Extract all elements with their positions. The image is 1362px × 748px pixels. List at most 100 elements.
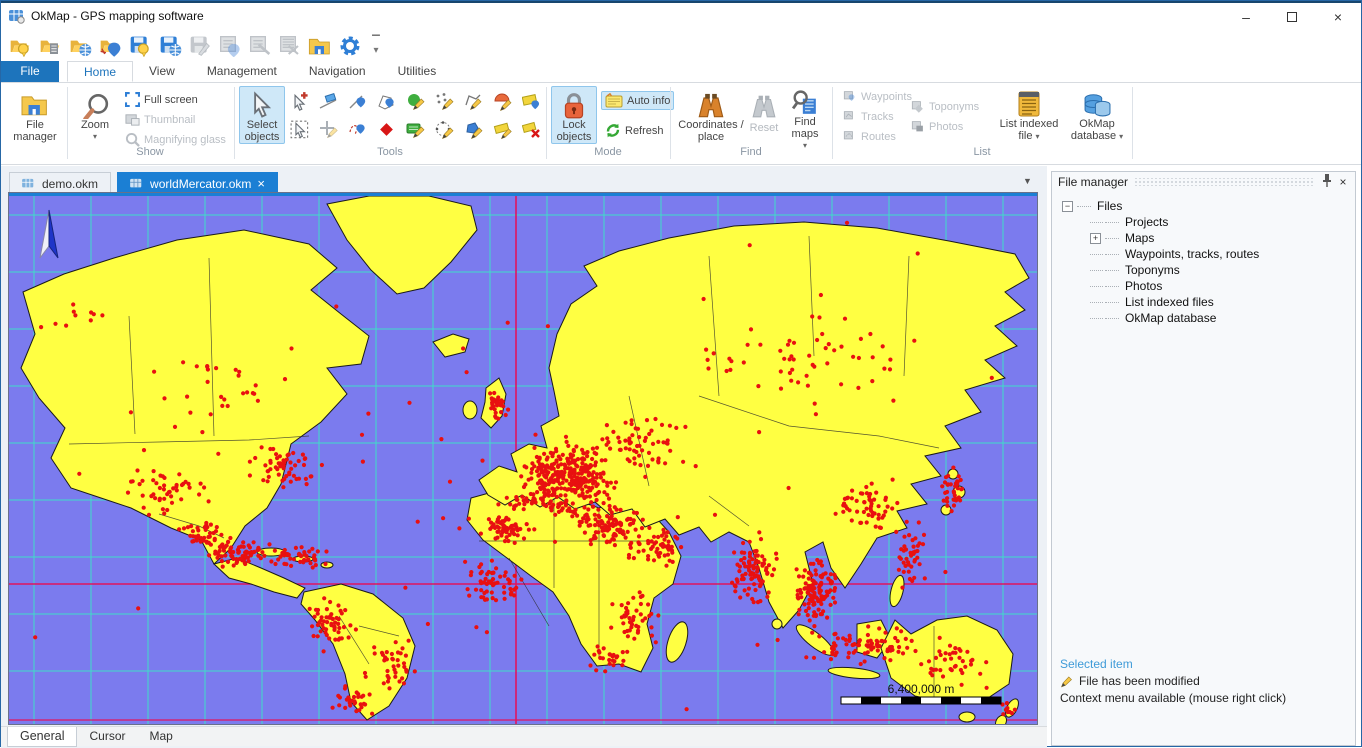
map-file-icon (130, 178, 144, 190)
maximize-button[interactable] (1269, 3, 1315, 31)
select-objects-button[interactable]: Select objects (239, 86, 285, 144)
okmap-database-button[interactable]: OkMap database ▾ (1067, 86, 1127, 144)
expand-icon[interactable]: + (1090, 233, 1101, 244)
tab-management[interactable]: Management (191, 61, 293, 82)
list-indexed-file-button[interactable]: List indexed file ▾ (996, 86, 1062, 144)
svg-text:6,400,000 m: 6,400,000 m (888, 682, 955, 696)
file-manager-tree: − Files Projects + Maps Waypoints, track… (1052, 192, 1355, 326)
full-screen-button[interactable]: Full screen (121, 90, 202, 109)
find-maps-button[interactable]: Find maps ▾ (783, 86, 827, 144)
tree-item-files[interactable]: − Files (1062, 198, 1355, 214)
draw-polyline-tool[interactable] (460, 89, 487, 115)
draw-polygon-tool[interactable] (460, 117, 487, 143)
find-map-icon (792, 90, 818, 116)
zoom-button[interactable]: Zoom ▾ (73, 86, 117, 144)
toolbar-overflow-icon[interactable]: ▔▾ (367, 37, 385, 55)
pencil-icon (1060, 675, 1073, 688)
photos-button: Photos (907, 117, 967, 136)
doc-tab-demo[interactable]: demo.okm (9, 172, 111, 194)
chevron-down-icon: ▾ (1036, 132, 1040, 141)
save-data-icon[interactable] (127, 33, 153, 59)
save-copy-icon (247, 33, 273, 59)
waypoints-list-icon (843, 90, 857, 103)
lock-objects-button[interactable]: Lock objects (551, 86, 597, 144)
refresh-icon (605, 123, 621, 138)
settings-gear-icon[interactable] (337, 33, 363, 59)
close-button[interactable]: × (1315, 3, 1361, 31)
draw-circle-points-tool[interactable] (431, 117, 458, 143)
reset-button: Reset (747, 86, 781, 144)
indexed-list-icon (1016, 90, 1042, 118)
center-crosshair-tool[interactable] (315, 117, 342, 143)
panel-title: File manager (1058, 175, 1128, 189)
draw-points-tool[interactable] (431, 89, 458, 115)
collapse-icon[interactable]: − (1062, 201, 1073, 212)
open-file-manager-icon[interactable] (37, 33, 63, 59)
tab-view[interactable]: View (133, 61, 191, 82)
map-canvas[interactable]: 6,400,000 m (9, 193, 1037, 724)
ribbon: File manager Zoom ▾ Full screen Thumbnai… (1, 82, 1361, 165)
close-panel-icon[interactable]: × (1335, 175, 1351, 189)
save-web-map-icon[interactable] (157, 33, 183, 59)
app-window: OkMap - GPS mapping software – × ▔▾ File… (0, 0, 1362, 747)
map-file-icon (22, 178, 36, 190)
close-tab-icon[interactable]: × (257, 176, 265, 191)
tree-item-okmap-database[interactable]: OkMap database (1090, 310, 1355, 326)
open-project-icon[interactable] (7, 33, 33, 59)
open-data-file-icon[interactable] (97, 33, 123, 59)
measure-polygon-tool[interactable] (373, 89, 400, 115)
tab-utilities[interactable]: Utilities (382, 61, 453, 82)
save-modified-icon (187, 33, 213, 59)
tree-item-list-indexed-files[interactable]: List indexed files (1090, 294, 1355, 310)
folder-icon[interactable] (307, 33, 333, 59)
draw-diamond-tool[interactable] (373, 117, 400, 143)
draw-rectangle-tool[interactable] (518, 89, 545, 115)
folder-icon (20, 92, 50, 118)
photos-list-icon (911, 120, 925, 133)
rect-select-cursor-button[interactable] (287, 117, 314, 143)
tab-home[interactable]: Home (67, 61, 133, 82)
modified-status: File has been modified (1079, 673, 1200, 690)
tab-navigation[interactable]: Navigation (293, 61, 382, 82)
delete-object-tool[interactable] (518, 117, 545, 143)
edit-object-tool[interactable] (489, 117, 516, 143)
document-tab-strip: demo.okm worldMercator.okm × (9, 171, 278, 194)
tree-item-toponyms[interactable]: Toponyms (1090, 262, 1355, 278)
toponyms-list-icon (911, 100, 925, 113)
magnifying-glass-icon (125, 132, 140, 147)
magnifier-icon (81, 91, 109, 119)
minimize-button[interactable]: – (1223, 3, 1269, 31)
pin-icon[interactable] (1319, 174, 1335, 190)
tree-item-waypoints-tracks-routes[interactable]: Waypoints, tracks, routes (1090, 246, 1355, 262)
measure-ruler-tool[interactable] (315, 89, 342, 115)
tree-item-maps[interactable]: + Maps (1090, 230, 1355, 246)
file-manager-button[interactable]: File manager (7, 86, 63, 144)
coordinates-place-button[interactable]: Coordinates / place (677, 86, 745, 144)
add-select-cursor-button[interactable] (287, 89, 314, 115)
auto-info-button[interactable]: Auto info (601, 91, 674, 110)
tracks-button: Tracks (839, 107, 898, 126)
document-area: demo.okm worldMercator.okm × ▼ (1, 166, 1047, 748)
refresh-button[interactable]: Refresh (601, 121, 668, 140)
tree-item-projects[interactable]: Projects (1090, 214, 1355, 230)
draw-area-tool[interactable] (402, 117, 429, 143)
status-tab-general[interactable]: General (7, 727, 77, 747)
ribbon-tab-bar: File Home View Management Navigation Uti… (1, 61, 1361, 82)
doc-tab-worldmercator[interactable]: worldMercator.okm × (117, 172, 278, 194)
draw-circle-tool[interactable] (402, 89, 429, 115)
title-bar: OkMap - GPS mapping software – × (1, 1, 1361, 29)
tree-item-photos[interactable]: Photos (1090, 278, 1355, 294)
measure-waypoint-tool[interactable] (344, 89, 371, 115)
draw-sector-tool[interactable] (489, 89, 516, 115)
panel-grip[interactable] (1134, 178, 1313, 186)
tab-file[interactable]: File (1, 61, 59, 82)
status-tab-map[interactable]: Map (138, 727, 185, 747)
open-web-map-icon[interactable] (67, 33, 93, 59)
waypoints-button: Waypoints (839, 87, 916, 106)
chevron-down-icon: ▾ (1119, 132, 1123, 141)
panel-footer: Selected item File has been modified Con… (1060, 656, 1350, 707)
status-tab-cursor[interactable]: Cursor (77, 727, 137, 747)
tab-list-chevron-icon[interactable]: ▼ (1023, 176, 1032, 186)
draw-freehand-tool[interactable] (344, 117, 371, 143)
save-as-icon (217, 33, 243, 59)
